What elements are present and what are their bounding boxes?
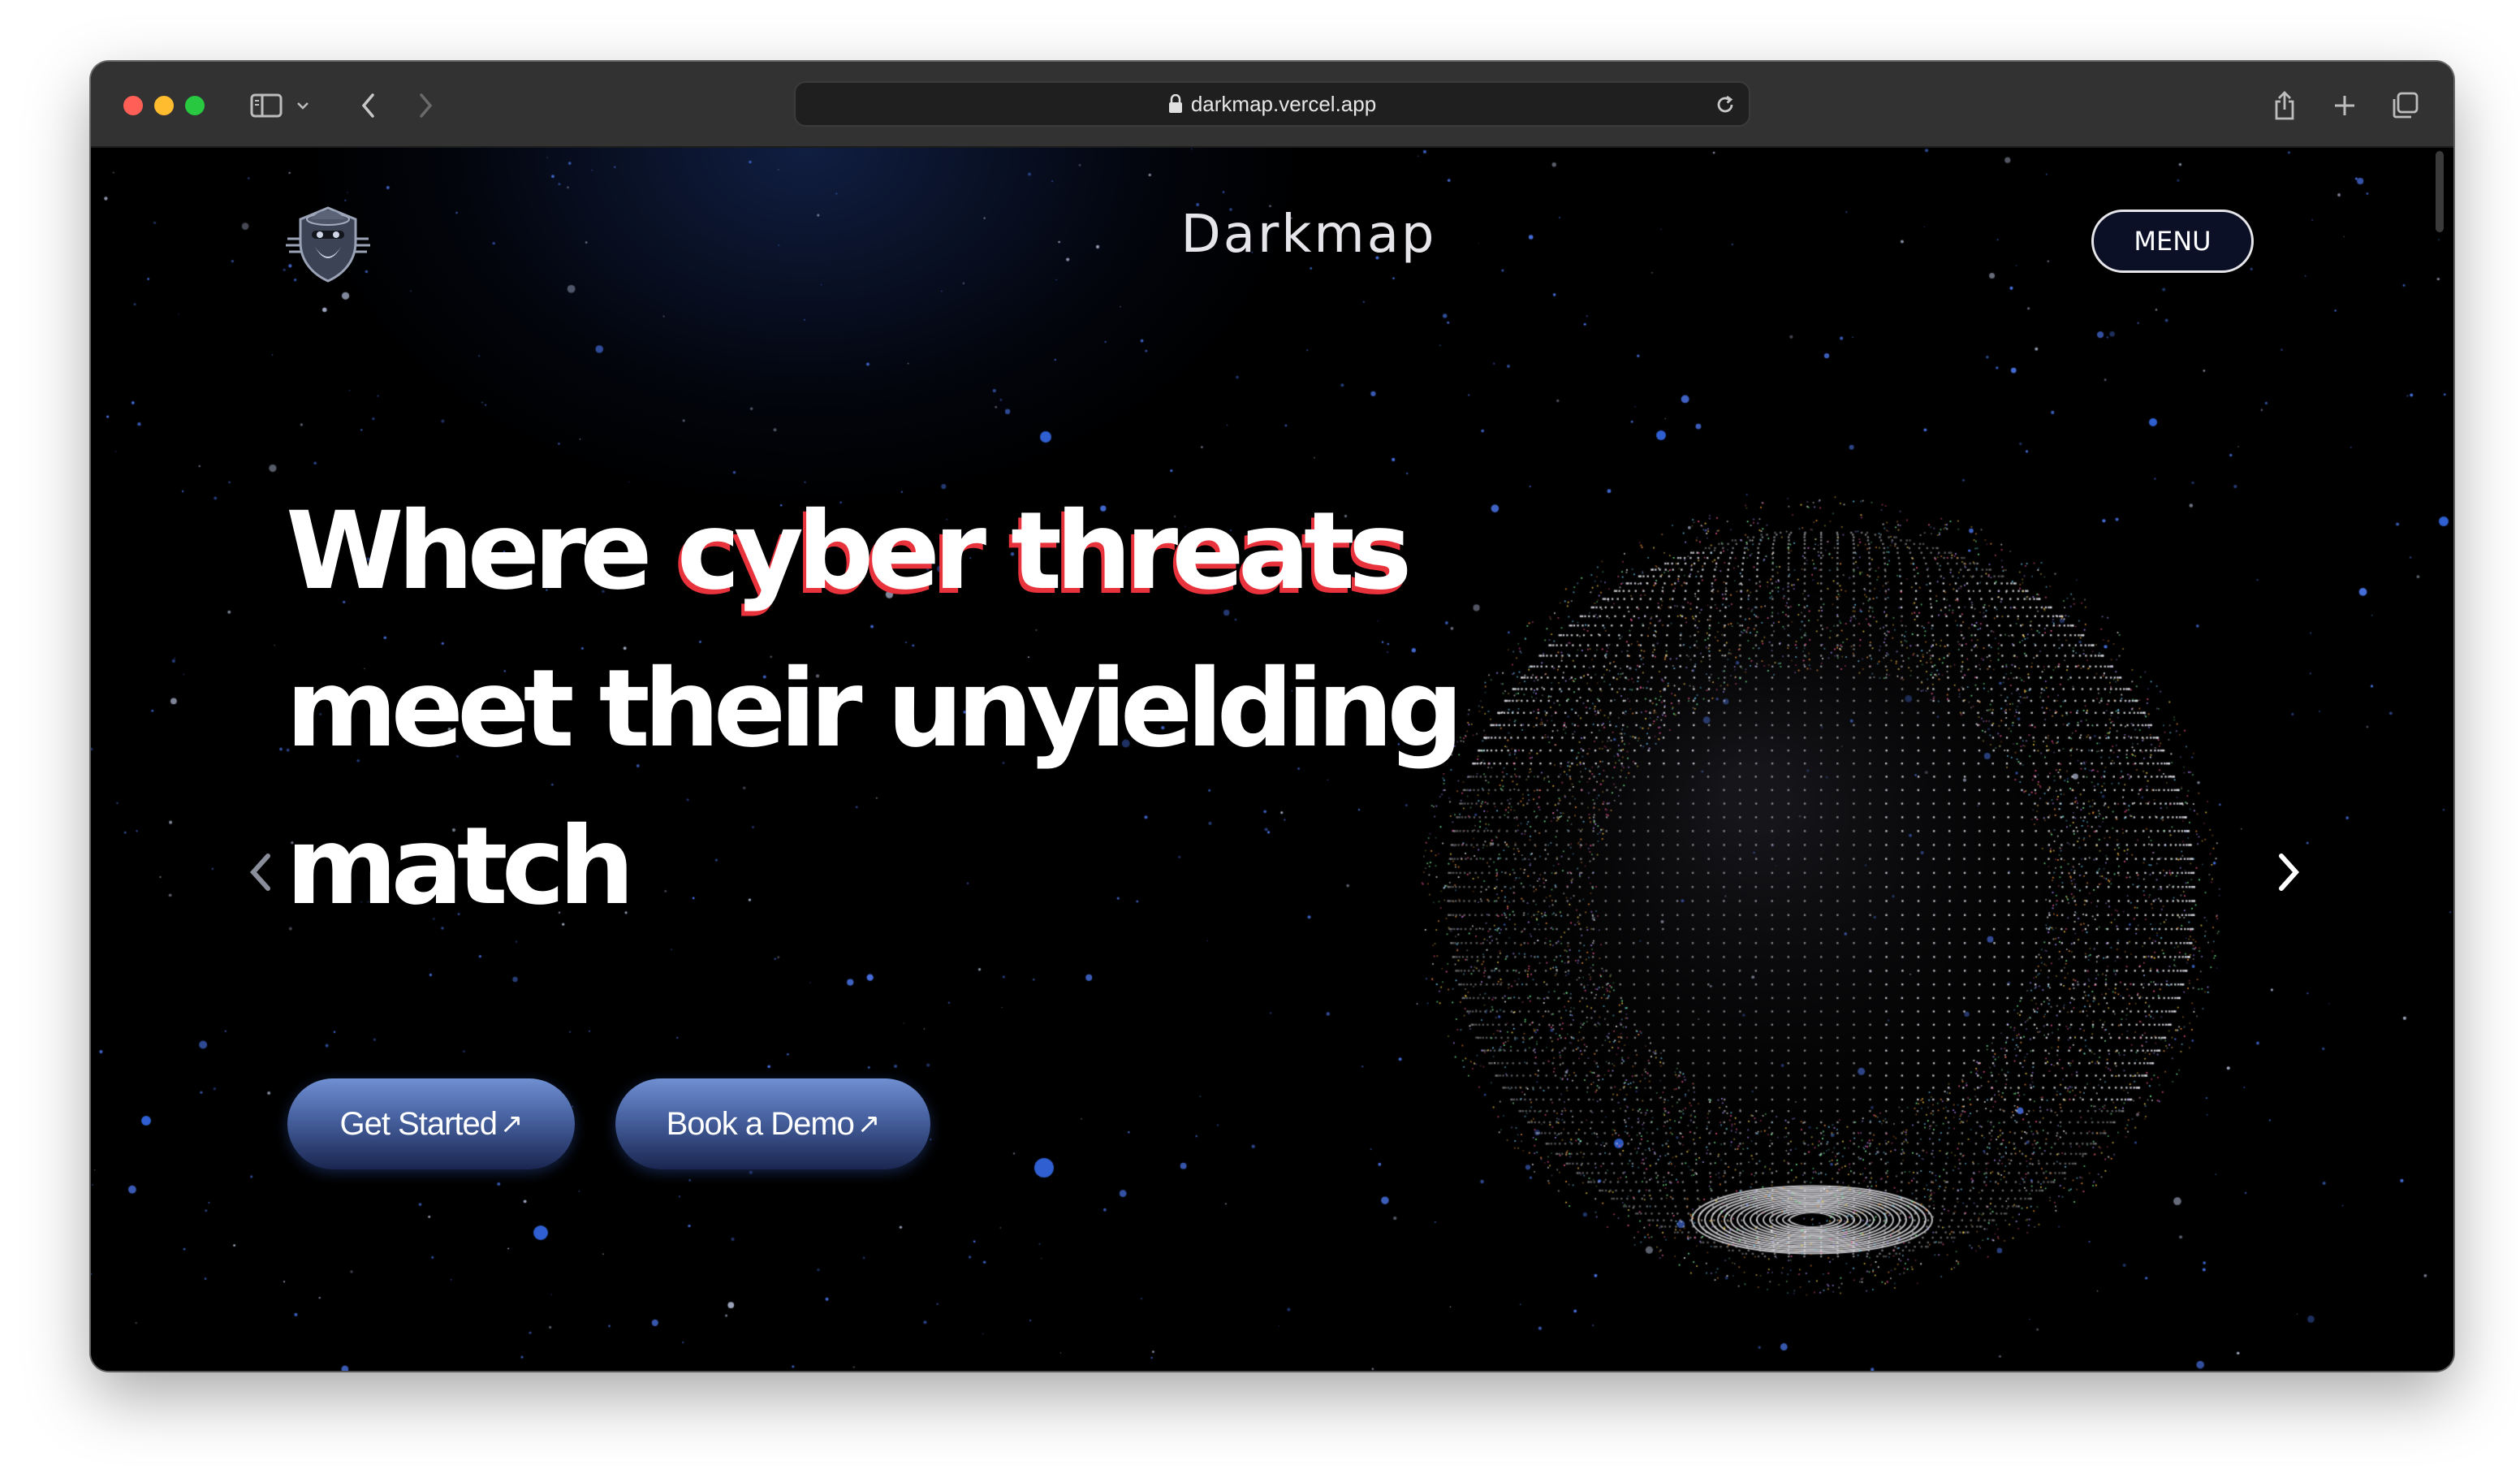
hero-line2: meet their unyielding xyxy=(286,646,1464,771)
chevron-left-icon[interactable] xyxy=(237,840,286,905)
get-started-button[interactable]: Get Started ↗ xyxy=(287,1078,575,1169)
sidebar-icon[interactable] xyxy=(247,86,286,125)
hero-line1-start: Where xyxy=(286,489,677,614)
hero-line3: match xyxy=(286,804,635,929)
page-viewport: Darkmap MENU Where cyber threats meet th… xyxy=(91,148,2453,1371)
tabs-overview-icon[interactable] xyxy=(2385,86,2424,125)
book-demo-label: Book a Demo xyxy=(666,1105,855,1142)
arrow-up-right-icon: ↗ xyxy=(500,1108,523,1139)
minimize-window-button[interactable] xyxy=(154,96,174,115)
get-started-label: Get Started xyxy=(339,1105,498,1142)
particle-earth-globe xyxy=(1406,473,2234,1317)
hacker-shield-logo-icon[interactable] xyxy=(284,201,372,284)
hero-line1-highlight: cyber threats xyxy=(676,489,1413,614)
scrollbar[interactable] xyxy=(2436,151,2444,232)
share-icon[interactable] xyxy=(2265,86,2304,125)
address-bar[interactable]: darkmap.vercel.app xyxy=(794,81,1750,127)
chevron-down-icon[interactable] xyxy=(291,86,315,125)
menu-button[interactable]: MENU xyxy=(2091,210,2254,273)
close-window-button[interactable] xyxy=(123,96,143,115)
plus-icon[interactable] xyxy=(2325,86,2364,125)
zoom-window-button[interactable] xyxy=(185,96,205,115)
browser-window: darkmap.vercel.app Darkmap MENU Where cy… xyxy=(91,62,2453,1371)
back-arrow-icon[interactable] xyxy=(349,86,388,125)
chevron-right-icon[interactable] xyxy=(2263,840,2312,905)
forward-arrow-icon[interactable] xyxy=(406,86,445,125)
lock-icon xyxy=(1168,94,1182,113)
arrow-up-right-icon: ↗ xyxy=(857,1108,880,1139)
book-demo-button[interactable]: Book a Demo ↗ xyxy=(615,1078,930,1169)
reload-icon[interactable] xyxy=(1713,93,1737,117)
browser-toolbar: darkmap.vercel.app xyxy=(91,62,2453,148)
hero-headline: Where cyber threats meet their unyieldin… xyxy=(286,473,1464,945)
brand-title: Darkmap xyxy=(1180,205,1437,265)
url-text: darkmap.vercel.app xyxy=(1190,91,1377,116)
